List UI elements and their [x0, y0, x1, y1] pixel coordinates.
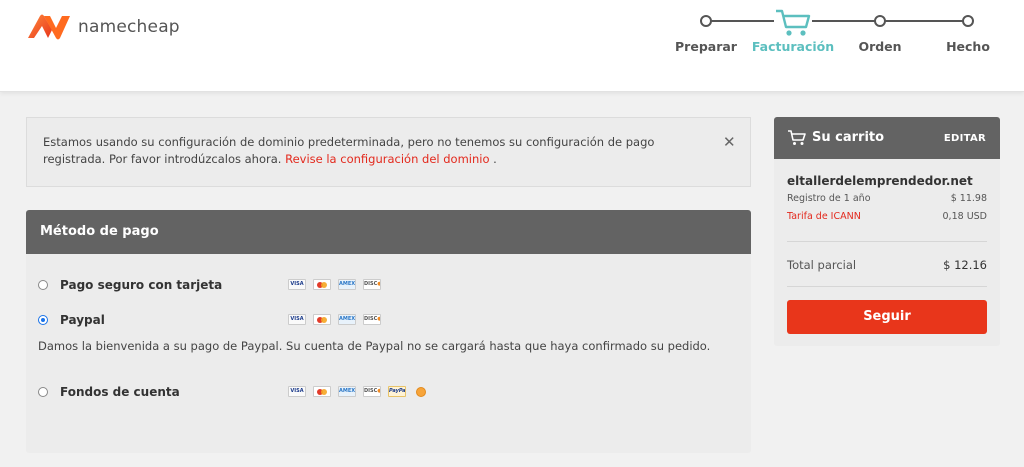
step-dot-hecho	[962, 15, 974, 27]
funds-radio[interactable]	[38, 387, 48, 397]
top-header: namecheap Preparar Facturación Orden Hec…	[0, 0, 1024, 92]
option-card-label: Pago seguro con tarjeta	[60, 278, 223, 292]
payment-config-alert: Estamos usando su configuración de domin…	[26, 117, 751, 187]
mastercard-icon	[313, 279, 331, 290]
visa-icon: VISA	[288, 314, 306, 325]
cart-icon	[788, 130, 806, 145]
option-account-funds[interactable]: Fondos de cuenta	[38, 383, 180, 401]
discover-icon: DISC●	[363, 386, 381, 397]
mastercard-icon	[313, 314, 331, 325]
subtotal-amount: $ 12.16	[943, 258, 987, 272]
mastercard-icon	[313, 386, 331, 397]
card-radio[interactable]	[38, 280, 48, 290]
option-card[interactable]: Pago seguro con tarjeta	[38, 276, 222, 294]
visa-icon: VISA	[288, 279, 306, 290]
alert-suffix: .	[489, 152, 497, 166]
paypal-card-logos: VISA AMEX DISC●	[288, 314, 381, 325]
step-facturacion: Facturación	[751, 39, 835, 54]
amex-icon: AMEX	[338, 314, 356, 325]
step-preparar: Preparar	[675, 39, 737, 54]
cart-subtotal: Total parcial $ 12.16	[787, 258, 987, 272]
step-hecho: Hecho	[946, 39, 990, 54]
funds-logos: VISA AMEX DISC● PayPal	[288, 386, 426, 397]
cart-divider	[787, 241, 987, 242]
line-amount: 0,18 USD	[942, 211, 987, 222]
line-label: Tarifa de ICANN	[787, 211, 861, 222]
domain-config-link[interactable]: Revise la configuración del dominio	[285, 152, 489, 166]
discover-icon: DISC●	[363, 279, 381, 290]
option-paypal[interactable]: Paypal	[38, 311, 105, 329]
step-dot-preparar	[700, 15, 712, 27]
paypal-note: Damos la bienvenida a su pago de Paypal.…	[38, 339, 711, 353]
cart-title: Su carrito	[812, 130, 885, 145]
cart-line-icann: Tarifa de ICANN 0,18 USD	[787, 211, 987, 222]
card-logos: VISA AMEX DISC●	[288, 279, 381, 290]
subtotal-label: Total parcial	[787, 258, 857, 272]
cart-panel: Su carrito EDITAR eltallerdelemprendedor…	[774, 117, 1000, 346]
line-amount: $ 11.98	[950, 193, 987, 204]
alert-text: Estamos usando su configuración de domin…	[43, 134, 703, 168]
bitcoin-icon	[416, 386, 426, 397]
checkout-progress: Preparar Facturación Orden Hecho	[0, 0, 1024, 92]
option-paypal-label: Paypal	[60, 313, 105, 327]
step-orden: Orden	[858, 39, 902, 54]
payment-method-header: Método de pago	[26, 210, 751, 254]
amex-icon: AMEX	[338, 279, 356, 290]
step-dot-orden	[874, 15, 886, 27]
close-icon[interactable]: ✕	[723, 135, 737, 150]
cart-divider	[787, 286, 987, 287]
amex-icon: AMEX	[338, 386, 356, 397]
discover-icon: DISC●	[363, 314, 381, 325]
cart-line-registration: Registro de 1 año $ 11.98	[787, 193, 987, 204]
cart-step-icon	[774, 9, 812, 39]
option-funds-label: Fondos de cuenta	[60, 385, 180, 399]
payment-method-panel: Método de pago Pago seguro con tarjeta V…	[26, 210, 751, 453]
cart-domain: eltallerdelemprendedor.net	[787, 174, 973, 188]
continue-button[interactable]: Seguir	[787, 300, 987, 334]
edit-cart-link[interactable]: EDITAR	[944, 133, 986, 144]
payment-method-title: Método de pago	[40, 224, 159, 239]
line-label: Registro de 1 año	[787, 193, 871, 204]
paypal-icon: PayPal	[388, 386, 406, 397]
paypal-radio[interactable]	[38, 315, 48, 325]
visa-icon: VISA	[288, 386, 306, 397]
cart-header: Su carrito EDITAR	[774, 117, 1000, 159]
